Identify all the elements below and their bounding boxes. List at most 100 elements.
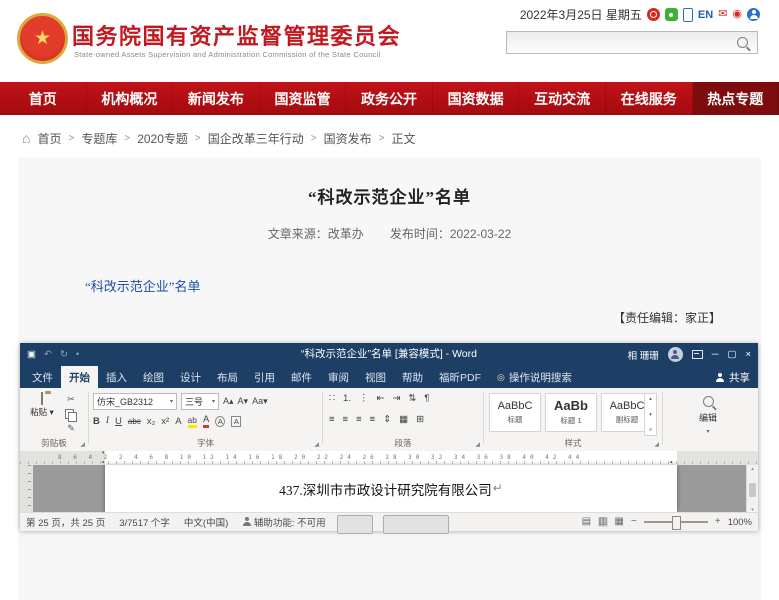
styles-dialog-launcher-icon[interactable]: ◢ — [654, 441, 659, 448]
page-action-button-2[interactable] — [383, 515, 449, 534]
tab-foxit-pdf[interactable]: 福昕PDF — [431, 366, 489, 388]
ribbon-display-options-icon[interactable] — [692, 350, 703, 359]
format-painter-icon[interactable]: ✎ — [67, 423, 75, 434]
page-action-button-1[interactable] — [337, 515, 373, 534]
styles-more-icon[interactable]: ≡ — [649, 427, 652, 433]
zoom-out-icon[interactable]: − — [631, 517, 637, 527]
tab-references[interactable]: 引用 — [246, 366, 283, 388]
shading-icon[interactable]: ▦ — [399, 414, 408, 425]
nav-item-services[interactable]: 在线服务 — [606, 82, 693, 115]
font-name-combo[interactable]: 仿宋_GB2312▾ — [93, 393, 177, 410]
align-left-icon[interactable]: ≡ — [329, 414, 335, 425]
justify-icon[interactable]: ≡ — [370, 414, 376, 425]
highlight-icon[interactable]: ab — [188, 415, 197, 428]
print-layout-icon[interactable]: ▥ — [598, 517, 607, 527]
qat-more-icon[interactable]: • — [76, 349, 79, 360]
language-en-link[interactable]: EN — [698, 9, 713, 21]
minimize-button[interactable]: ─ — [712, 349, 719, 360]
tab-review[interactable]: 审阅 — [320, 366, 357, 388]
breadcrumb-topic-library[interactable]: 专题库 — [81, 130, 117, 147]
tab-view[interactable]: 视图 — [357, 366, 394, 388]
weibo-icon[interactable] — [647, 8, 660, 21]
font-dialog-launcher-icon[interactable]: ◢ — [314, 441, 319, 448]
paste-button[interactable]: 粘贴 ▾ — [27, 393, 57, 418]
accessibility-icon[interactable] — [747, 8, 760, 21]
document-page[interactable]: 437.深圳市市政设计研究院有限公司↵ — [105, 465, 677, 512]
restore-button[interactable]: ▢ — [727, 349, 736, 360]
superscript-icon[interactable]: x² — [161, 416, 169, 427]
change-case-icon[interactable]: Aa▾ — [252, 396, 268, 407]
decrease-indent-icon[interactable]: ⇤ — [376, 393, 384, 404]
underline-icon[interactable]: U — [115, 416, 122, 427]
style-card-heading1[interactable]: AaBb 标题 1 — [545, 393, 597, 432]
wechat-icon[interactable] — [665, 8, 678, 21]
tab-help[interactable]: 帮助 — [394, 366, 431, 388]
mail-icon[interactable]: ✉ — [718, 9, 727, 20]
nav-item-gov-disclosure[interactable]: 政务公开 — [346, 82, 433, 115]
vertical-scrollbar[interactable]: ▴ ▾ — [746, 465, 758, 514]
status-word-count[interactable]: 3/7517 个字 — [119, 515, 170, 529]
align-right-icon[interactable]: ≡ — [356, 414, 362, 425]
undo-icon[interactable]: ↶ — [44, 349, 52, 360]
mobile-version-icon[interactable] — [683, 8, 693, 22]
redo-icon[interactable]: ↻ — [60, 349, 68, 360]
bullets-icon[interactable]: ∷ — [329, 393, 335, 404]
sort-icon[interactable]: ⇅ — [408, 393, 416, 404]
paragraph-dialog-launcher-icon[interactable]: ◢ — [475, 441, 480, 448]
font-size-combo[interactable]: 三号▾ — [181, 393, 219, 410]
scrollbar-thumb[interactable] — [749, 483, 756, 497]
horizontal-ruler[interactable]: 8 6 4 2 2 4 6 8 10 12 14 16 18 20 22 24 … — [20, 451, 758, 465]
save-icon[interactable]: ▣ — [27, 349, 36, 360]
tab-file[interactable]: 文件 — [24, 366, 61, 388]
close-button[interactable]: × — [745, 349, 751, 360]
tab-mailings[interactable]: 邮件 — [283, 366, 320, 388]
cut-icon[interactable]: ✂ — [67, 394, 75, 405]
attachment-link[interactable]: “科改示范企业”名单 — [85, 276, 201, 295]
status-language[interactable]: 中文(中国) — [184, 515, 228, 529]
nav-item-supervision[interactable]: 国资监管 — [260, 82, 347, 115]
clipboard-dialog-launcher-icon[interactable]: ◢ — [80, 441, 85, 448]
subscript-icon[interactable]: x₂ — [147, 416, 155, 427]
breadcrumb-2020-topics[interactable]: 2020专题 — [137, 130, 188, 147]
zoom-slider[interactable] — [644, 521, 708, 523]
enclose-characters-icon[interactable]: A — [215, 416, 225, 427]
zoom-in-icon[interactable]: + — [715, 517, 721, 527]
text-effects-icon[interactable]: A — [175, 416, 181, 427]
share-button[interactable]: 共享 — [715, 366, 750, 388]
bold-icon[interactable]: B — [93, 416, 100, 427]
vertical-ruler[interactable] — [20, 465, 34, 512]
grow-font-icon[interactable]: A▴ — [223, 396, 234, 407]
shrink-font-icon[interactable]: A▾ — [238, 396, 249, 407]
align-center-icon[interactable]: ≡ — [343, 414, 349, 425]
first-line-indent-marker[interactable]: ▾ — [102, 451, 105, 456]
increase-indent-icon[interactable]: ⇥ — [392, 393, 400, 404]
zoom-slider-thumb[interactable] — [672, 516, 681, 530]
italic-icon[interactable]: I — [106, 416, 109, 426]
line-spacing-icon[interactable]: ⇕ — [383, 414, 391, 425]
nav-item-organization[interactable]: 机构概况 — [87, 82, 174, 115]
nav-item-hot-topics[interactable]: 热点专题 — [693, 82, 779, 115]
multilevel-list-icon[interactable]: ⋮ — [359, 393, 369, 404]
tab-home[interactable]: 开始 — [61, 366, 98, 388]
breadcrumb-reform-action[interactable]: 国企改革三年行动 — [208, 130, 304, 147]
strikethrough-icon[interactable]: abc — [128, 417, 141, 426]
search-icon[interactable] — [737, 37, 748, 48]
user-avatar[interactable] — [668, 347, 683, 362]
styles-scroll-up-icon[interactable]: ▴ — [649, 396, 652, 402]
tab-insert[interactable]: 插入 — [98, 366, 135, 388]
editing-button[interactable]: 编辑 ▾ — [699, 396, 717, 435]
status-accessibility[interactable]: 辅助功能: 不可用 — [242, 515, 325, 529]
zoom-level[interactable]: 100% — [728, 517, 752, 528]
pilcrow-icon[interactable]: ¶ — [424, 393, 429, 404]
scroll-up-icon[interactable]: ▴ — [751, 466, 754, 472]
style-card-title[interactable]: AaBbC 标题 — [489, 393, 541, 432]
contact-icon[interactable]: ◉ — [732, 9, 742, 20]
styles-scroll-down-icon[interactable]: ▾ — [649, 412, 652, 418]
nav-item-interaction[interactable]: 互动交流 — [519, 82, 606, 115]
tab-draw[interactable]: 绘图 — [135, 366, 172, 388]
nav-item-news[interactable]: 新闻发布 — [173, 82, 260, 115]
nav-item-data[interactable]: 国资数据 — [433, 82, 520, 115]
borders-icon[interactable]: ⊞ — [416, 414, 424, 425]
web-layout-icon[interactable]: ▦ — [615, 517, 624, 527]
tab-design[interactable]: 设计 — [172, 366, 209, 388]
